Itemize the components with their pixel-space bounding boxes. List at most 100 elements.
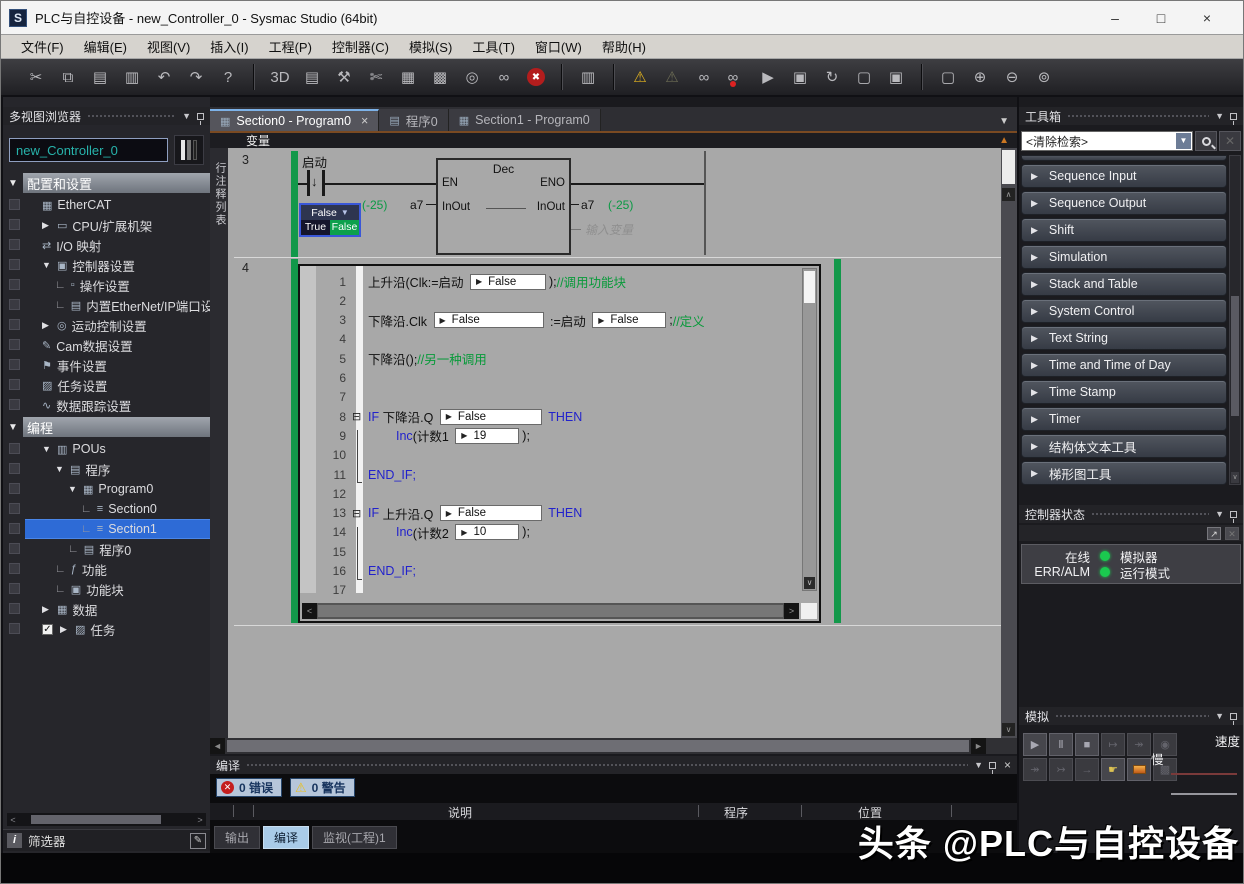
st-value-badge[interactable]: ▶False	[470, 274, 546, 290]
fast-run-icon[interactable]: ↠	[1023, 758, 1047, 781]
speed-slider[interactable]	[1171, 773, 1237, 775]
ghost-input-variable[interactable]: 输入变量	[585, 221, 633, 238]
st-code-line[interactable]: 7	[300, 388, 368, 407]
bottom-tab[interactable]: 监视(工程)1	[312, 826, 397, 849]
collapse-up-icon[interactable]: ▲	[999, 135, 1017, 146]
chevron-down-icon[interactable]: ▼	[1215, 509, 1224, 519]
speed-slider-track[interactable]	[1171, 793, 1237, 795]
tree-item[interactable]: ✓▶▨任务	[3, 619, 210, 639]
toolbox-category[interactable]: ▶Time Stamp	[1021, 380, 1227, 404]
st-code-line[interactable]: 13⊟IF 上升沿.Q ▶False THEN	[300, 504, 582, 523]
tree-expand-icon[interactable]: ▼	[42, 260, 52, 270]
document-tab[interactable]: ▦Section1 - Program0	[449, 109, 601, 131]
tree-item[interactable]: ∟▤程序0	[3, 539, 210, 559]
toolbox-category[interactable]: ▶Text String	[1021, 326, 1227, 350]
scrollbar-thumb[interactable]	[318, 605, 783, 617]
delete-icon[interactable]: ▥	[119, 64, 145, 90]
st-value-badge[interactable]: ▶False	[592, 312, 666, 328]
tree-item[interactable]: ▼▦Program0	[3, 479, 210, 499]
menu-item[interactable]: 工具(T)	[462, 37, 525, 56]
st-code-line[interactable]: 2	[300, 291, 368, 310]
editor-vertical-scrollbar[interactable]: ∧ ∨	[1001, 148, 1017, 738]
zoom-in-icon[interactable]: ⊕	[967, 64, 993, 90]
fold-collapse-icon[interactable]: ⊟	[352, 410, 361, 423]
tree-item[interactable]: ▶▭CPU/扩展机架	[3, 215, 210, 235]
filter-bar[interactable]: i 筛选器 ✎	[3, 829, 210, 851]
toolbox-category[interactable]: ▶Stack and Table	[1021, 272, 1227, 296]
set-true-button[interactable]: True	[301, 220, 330, 235]
tree-section[interactable]: ▼编程	[3, 417, 210, 437]
checkbox[interactable]: ✓	[42, 624, 53, 635]
chevron-down-icon[interactable]: ▼	[1176, 133, 1191, 149]
fold-collapse-icon[interactable]: ⊟	[352, 507, 361, 520]
tree-item[interactable]: ⇄I/O 映射	[3, 235, 210, 255]
pause-icon[interactable]: Ⅱ	[1049, 733, 1073, 756]
monitor-window2-icon[interactable]: ▣	[883, 64, 909, 90]
menu-item[interactable]: 窗口(W)	[525, 37, 592, 56]
expand-icon[interactable]: ↗	[1207, 527, 1221, 540]
3d-view-icon[interactable]: 3D	[267, 64, 293, 90]
toolbox-category[interactable]: ▶Shift	[1021, 218, 1227, 242]
menu-item[interactable]: 文件(F)	[11, 37, 74, 56]
scroll-right-icon[interactable]: ►	[971, 738, 986, 754]
toolbox-category[interactable]: ▶结构体文本工具	[1021, 434, 1227, 458]
monitor-window-icon[interactable]: ▢	[851, 64, 877, 90]
tree-section[interactable]: ▼配置和设置	[3, 173, 210, 193]
undo-icon[interactable]: ↶	[151, 64, 177, 90]
tree-expand-icon[interactable]: ▶	[42, 320, 52, 331]
pin-icon[interactable]	[1230, 713, 1237, 720]
toolbox-category[interactable]: ▶梯形图工具	[1021, 461, 1227, 485]
sidebar-horizontal-scrollbar[interactable]: < >	[7, 813, 206, 826]
close-tab-icon[interactable]: ×	[361, 114, 368, 128]
tree-item[interactable]: ∿数据跟踪设置	[3, 395, 210, 415]
edit-filter-icon[interactable]: ✎	[190, 833, 206, 849]
toolbox-category[interactable]: ▶Time and Time of Day	[1021, 353, 1227, 377]
scrollbar-thumb[interactable]	[804, 271, 815, 303]
run-icon[interactable]: ▶	[1023, 733, 1047, 756]
scroll-down-icon[interactable]: ∨	[1231, 472, 1239, 483]
menu-item[interactable]: 插入(I)	[200, 37, 258, 56]
step-icon[interactable]: ↦	[1101, 733, 1125, 756]
falling-edge-icon[interactable]: ↓	[311, 174, 318, 189]
build-column-header[interactable]: 说明	[448, 804, 472, 821]
stop-icon[interactable]: ■	[1075, 733, 1099, 756]
toolbox-category-partial[interactable]	[1021, 155, 1227, 161]
tree-expand-icon[interactable]: ▼	[42, 444, 52, 454]
tree-expand-icon[interactable]: ▶	[42, 604, 52, 615]
zoom-reset-icon[interactable]: ⊚	[1031, 64, 1057, 90]
scroll-up-icon[interactable]: ∧	[1002, 188, 1015, 201]
tree-expand-icon[interactable]: ▼	[55, 464, 65, 474]
tree-item[interactable]: ▼▤程序	[3, 459, 210, 479]
ladder-editor[interactable]: 行注释列表 3 4 启动 ↓ Dec EN ENO InOut InO	[210, 148, 1017, 754]
zoom-fit-icon[interactable]: ▢	[935, 64, 961, 90]
tree-item[interactable]: ▨任务设置	[3, 375, 210, 395]
search-icon[interactable]: ∞	[491, 64, 517, 90]
st-code-line[interactable]: 6	[300, 369, 368, 388]
bottom-tab[interactable]: 编译	[263, 826, 309, 849]
function-block-dec[interactable]: Dec EN ENO InOut InOut	[436, 158, 571, 255]
watch-window-icon[interactable]: ∞	[691, 64, 717, 90]
clear-search-button[interactable]: ✕	[1219, 131, 1241, 151]
rebuild-icon[interactable]: ✄	[363, 64, 389, 90]
scroll-right-icon[interactable]: >	[194, 815, 206, 825]
search-and-replace-icon[interactable]: ?	[215, 64, 241, 90]
pin-icon[interactable]	[989, 762, 996, 769]
controller-selector[interactable]: new_Controller_0	[9, 138, 168, 162]
pin-icon[interactable]	[1230, 113, 1237, 120]
synchronize-icon[interactable]: ↻	[819, 64, 845, 90]
menu-item[interactable]: 视图(V)	[137, 37, 200, 56]
tree-item[interactable]: ⚑事件设置	[3, 355, 210, 375]
scroll-left-icon[interactable]: <	[7, 815, 19, 825]
paste-icon[interactable]: ▤	[87, 64, 113, 90]
toolbox-category[interactable]: ▶Sequence Output	[1021, 191, 1227, 215]
structured-text-box[interactable]: 1上升沿(Clk:=启动 ▶False);//调用功能块23下降沿.Clk ▶F…	[298, 264, 821, 623]
tab-list-dropdown-icon[interactable]: ▼	[999, 116, 1017, 131]
scrollbar-thumb[interactable]	[31, 815, 161, 824]
scroll-down-icon[interactable]: ∨	[804, 577, 815, 589]
st-value-badge[interactable]: ▶False	[440, 409, 542, 425]
scroll-down-icon[interactable]: ∨	[1002, 723, 1015, 736]
st-horizontal-scrollbar[interactable]: < >	[302, 603, 799, 619]
tree-item[interactable]: ∟▤内置EtherNet/IP端口设置	[3, 295, 210, 315]
bool-set-value-widget[interactable]: False ▼ True False	[299, 203, 361, 237]
build-column-header[interactable]: 程序	[724, 804, 748, 821]
